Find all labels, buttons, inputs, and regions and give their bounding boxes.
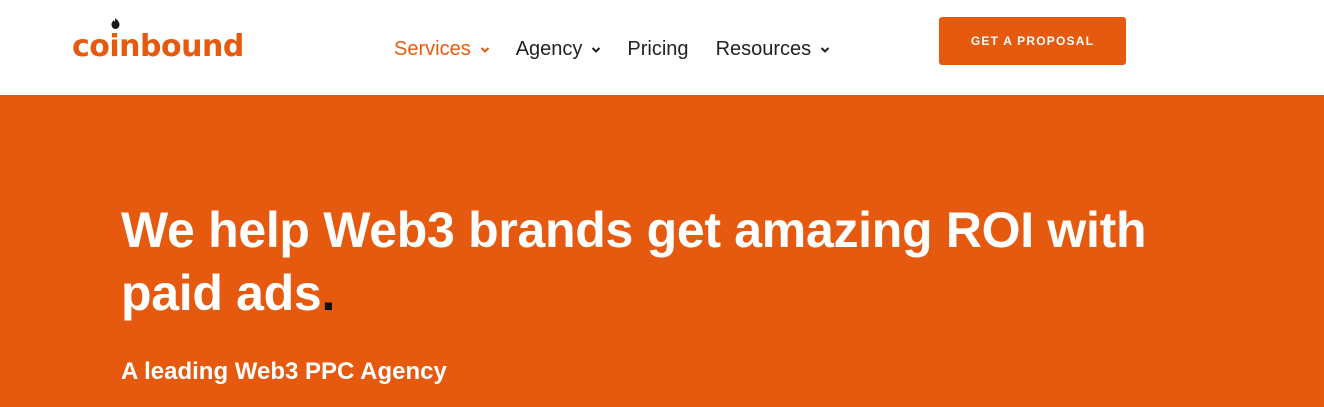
nav-item-resources[interactable]: Resources — [716, 38, 831, 61]
hero-section: We help Web3 brands get amazing ROI with… — [0, 95, 1324, 407]
chevron-down-icon — [592, 47, 601, 53]
coinbound-logo[interactable]: coinbound — [72, 18, 244, 64]
chevron-down-icon — [480, 47, 489, 53]
nav-item-label: Services — [394, 37, 471, 60]
hero-title: We help Web3 brands get amazing ROI with… — [121, 199, 1241, 325]
main-nav: Services Agency Pricing Resources — [394, 36, 830, 62]
nav-item-agency[interactable]: Agency — [516, 38, 602, 61]
hero-title-period: . — [321, 265, 336, 321]
nav-item-pricing[interactable]: Pricing — [627, 38, 688, 61]
nav-item-label: Resources — [715, 37, 812, 60]
hero-subtitle: A leading Web3 PPC Agency — [121, 358, 447, 385]
get-proposal-button[interactable]: GET A PROPOSAL — [939, 17, 1126, 65]
logo-wordmark: coinbound — [72, 29, 244, 64]
site-header: coinbound Services Agency Pricing Resour… — [0, 0, 1324, 95]
nav-item-label: Agency — [515, 37, 583, 60]
chevron-down-icon — [820, 47, 830, 53]
hero-title-text: We help Web3 brands get amazing ROI with… — [121, 202, 1147, 321]
nav-item-label: Pricing — [627, 37, 689, 60]
flame-icon — [111, 18, 120, 29]
nav-item-services[interactable]: Services — [394, 38, 490, 61]
